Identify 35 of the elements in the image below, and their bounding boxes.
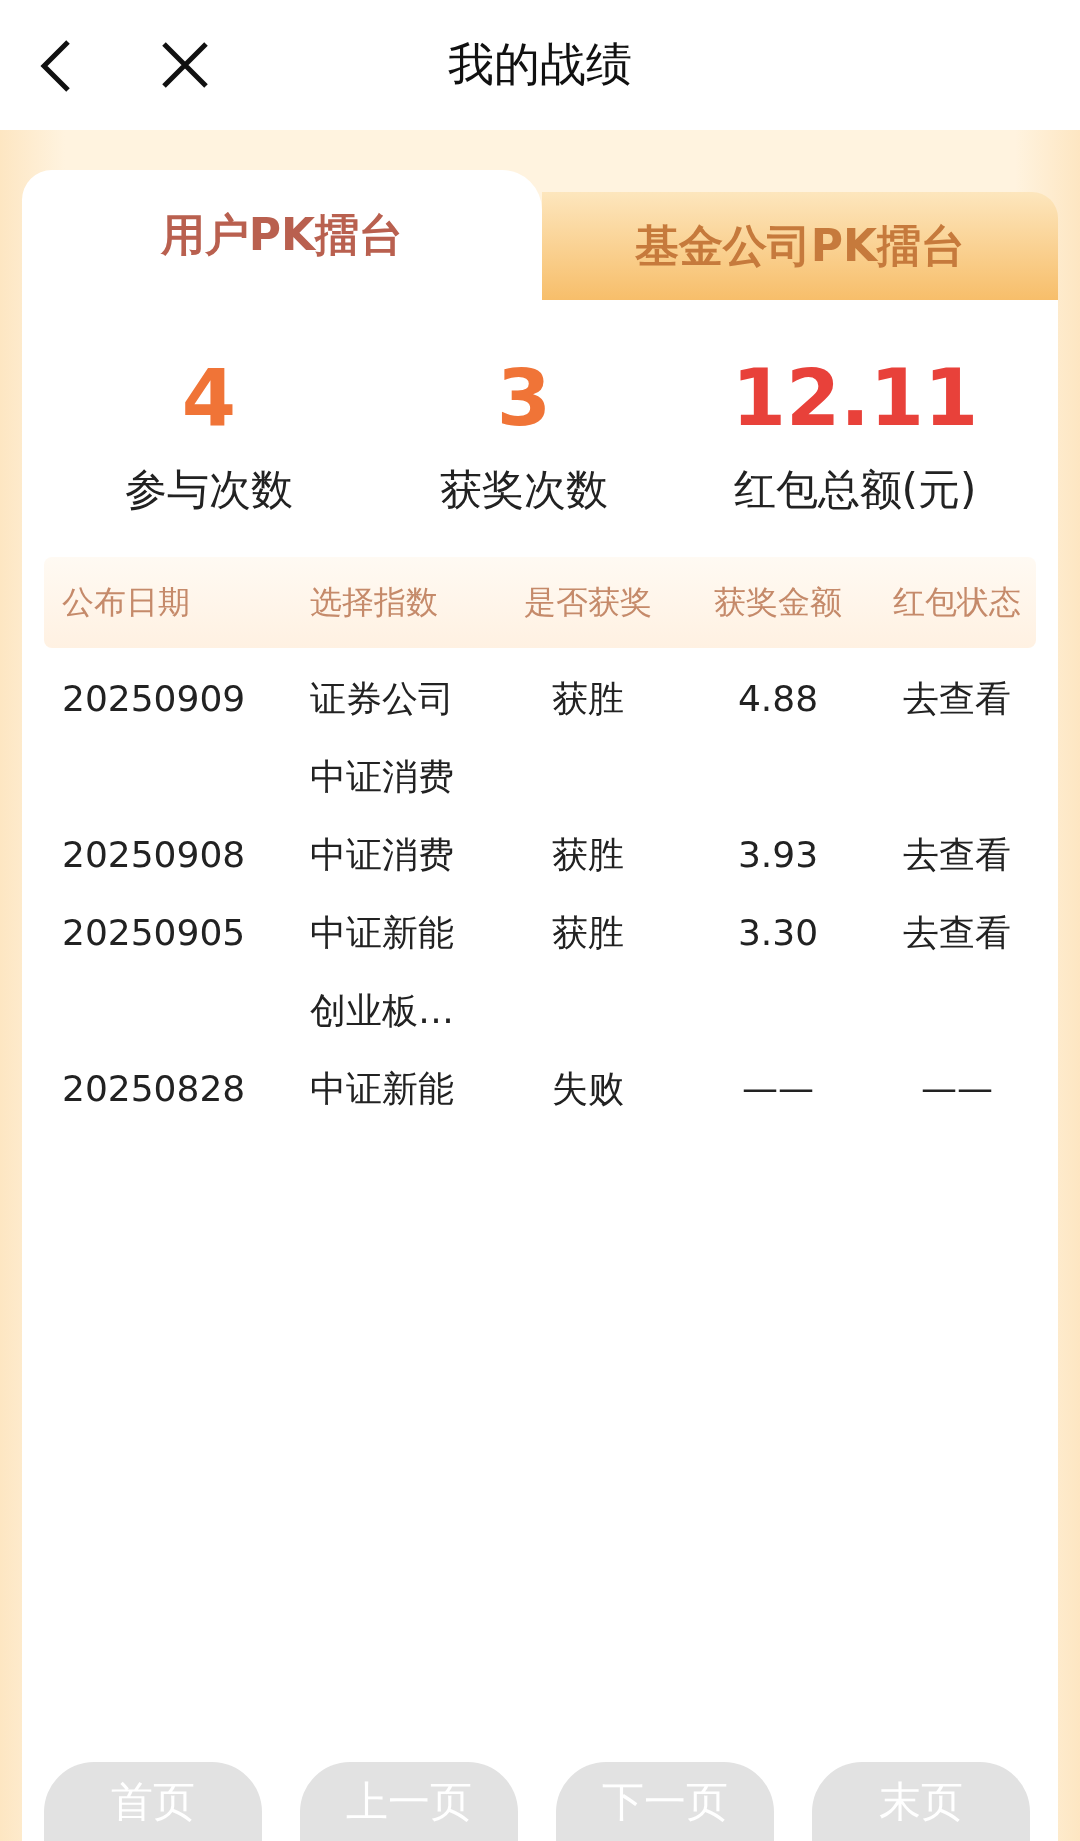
table-cell-text: 中证消费	[310, 833, 455, 877]
column-header: 公布日期	[62, 581, 191, 623]
table-cell: 3.30	[737, 912, 819, 953]
table-cell: 获胜	[552, 678, 624, 719]
tab[interactable]: 用户PK擂台	[22, 170, 542, 300]
table-cell: 20250909	[62, 678, 246, 719]
column-header: 红包状态	[892, 581, 1022, 623]
table-cell-text: 证券公司中证消费	[310, 677, 455, 799]
column-header: 选择指数	[310, 581, 439, 623]
view-link[interactable]: 去查看	[903, 834, 1011, 875]
table-cell: 20250905	[62, 912, 246, 953]
stat-value: 4	[181, 352, 237, 445]
stat-label: 红包总额(元)	[733, 465, 977, 515]
table-cell-text: 中证新能创业板…	[310, 911, 455, 1033]
table-cell: 20250828	[62, 1068, 246, 1109]
table-cell: 4.88	[737, 678, 819, 719]
stat-value: 12.11	[731, 352, 979, 445]
table-cell-text: 中证新能	[310, 1067, 455, 1111]
page-title: 我的战绩	[448, 36, 632, 93]
view-link[interactable]: 去查看	[903, 912, 1011, 953]
stat-value: 3	[496, 352, 552, 445]
table-cell: 3.93	[737, 834, 819, 875]
view-link[interactable]: ——	[921, 1068, 993, 1109]
stat-label: 参与次数	[125, 465, 293, 515]
close-icon[interactable]	[160, 40, 210, 90]
stat-label: 获奖次数	[440, 465, 608, 515]
column-header: 获奖金额	[713, 581, 843, 623]
table-cell: ——	[742, 1068, 814, 1109]
table-cell: 获胜	[552, 834, 624, 875]
view-link[interactable]: 去查看	[903, 678, 1011, 719]
table-cell: 获胜	[552, 912, 624, 953]
table-cell: 失败	[552, 1068, 624, 1109]
column-header: 是否获奖	[523, 581, 653, 623]
tab[interactable]: 基金公司PK擂台	[542, 192, 1058, 300]
table-cell: 20250908	[62, 834, 246, 875]
